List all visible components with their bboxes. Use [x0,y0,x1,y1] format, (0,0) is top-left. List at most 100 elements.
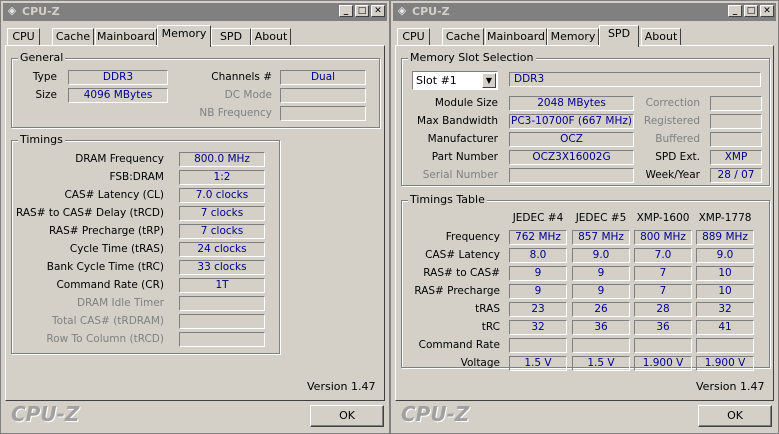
cpuz-window-memory: ◈ CPU-Z _ □ ✕ CPU Cache Mainboard Memory… [0,0,390,434]
ok-button[interactable]: OK [698,405,772,427]
timing-value: 24 clocks [179,242,265,257]
table-cell: 7.0 [634,248,692,263]
minimize-button[interactable]: _ [728,5,742,17]
table-cell [696,338,754,353]
table-cell: 28 [634,302,692,317]
ok-button[interactable]: OK [310,405,384,427]
cpuz-window-spd: ◈ CPU-Z _ □ ✕ CPU Cache Mainboard Memory… [390,0,779,434]
correction-label: Correction [645,97,700,109]
slot-select[interactable]: Slot #1 ▼ [412,71,498,90]
tab-spd[interactable]: SPD [211,28,251,46]
serial-number-value [509,168,634,183]
tab-memory[interactable]: Memory [157,25,211,47]
table-cell: 1.900 V [696,356,754,371]
registered-value [710,114,762,129]
nb-frequency-value [280,106,366,121]
timing-label: DRAM Frequency [75,153,164,165]
tab-cpu[interactable]: CPU [7,28,40,46]
table-cell: 10 [696,284,754,299]
table-column-header: XMP-1600 [636,212,690,224]
title-bar[interactable]: ◈ CPU-Z _ □ ✕ [3,3,387,21]
timing-value: 7.0 clocks [179,188,265,203]
channels-label: Channels # [211,71,272,83]
table-cell [572,338,630,353]
memory-slot-group: Memory Slot Selection Slot #1 ▼ DDR3 Mod… [401,52,770,186]
general-group: General Type DDR3 Size 4096 MBytes Chann… [11,52,380,128]
tab-cache[interactable]: Cache [442,28,484,46]
slot-memory-type: DDR3 [509,72,761,87]
group-label: Timings [18,133,65,146]
timing-label: Command Rate (CR) [56,279,164,291]
table-cell: 9 [509,284,567,299]
timing-label: Cycle Time (tRAS) [69,243,164,255]
maximize-button[interactable]: □ [355,5,369,17]
table-row-label: Command Rate [418,339,500,351]
table-row-label: RAS# to CAS# [423,267,500,279]
week-year-label: Week/Year [645,169,700,181]
max-bandwidth-label: Max Bandwidth [417,115,498,127]
table-cell: 9 [572,266,630,281]
title-bar[interactable]: ◈ CPU-Z _ □ ✕ [393,3,776,21]
table-cell: 889 MHz [696,230,754,245]
table-row-label: CAS# Latency [425,249,500,261]
tab-mainboard[interactable]: Mainboard [95,28,157,46]
tab-cpu[interactable]: CPU [397,28,430,46]
table-row-label: Voltage [460,357,500,369]
buffered-label: Buffered [655,133,700,145]
maximize-button[interactable]: □ [744,5,758,17]
table-cell: 1.5 V [509,356,567,371]
table-cell: 10 [696,266,754,281]
timing-value: 1T [179,278,265,293]
chevron-down-icon[interactable]: ▼ [482,73,496,88]
table-row-label: Frequency [445,231,500,243]
serial-number-label: Serial Number [422,169,498,181]
tab-spd[interactable]: SPD [599,25,639,47]
week-year-value: 28 / 07 [710,168,762,183]
spd-ext-label: SPD Ext. [655,151,700,163]
timing-value: 7 clocks [179,224,265,239]
table-column-header: JEDEC #4 [512,212,564,224]
tab-about[interactable]: About [641,28,681,46]
timing-label: CAS# Latency (CL) [64,189,164,201]
group-label: General [18,51,66,64]
table-cell: 7 [634,284,692,299]
table-cell: 32 [696,302,754,317]
table-cell: 857 MHz [572,230,630,245]
timings-table-group: Timings Table JEDEC #4 JEDEC #5 XMP-1600 XM… [401,194,770,371]
timing-label: FSB:DRAM [109,171,164,183]
timing-label: Bank Cycle Time (tRC) [46,261,164,273]
table-cell: 26 [572,302,630,317]
dc-mode-label: DC Mode [224,89,272,101]
timing-value: 800.0 MHz [179,152,265,167]
timing-label: RAS# Precharge (tRP) [49,225,164,237]
tab-cache[interactable]: Cache [52,28,94,46]
close-button[interactable]: ✕ [760,5,774,17]
table-cell [634,338,692,353]
max-bandwidth-value: PC3-10700F (667 MHz) [509,114,634,129]
table-cell: 8.0 [509,248,567,263]
timing-value [179,314,265,329]
table-row-label: tRAS [475,303,500,315]
close-button[interactable]: ✕ [371,5,385,17]
manufacturer-label: Manufacturer [427,133,498,145]
table-cell: 9 [572,284,630,299]
timing-label: DRAM Idle Timer [76,297,164,309]
cpuz-app-icon: ◈ [397,4,407,17]
nb-frequency-label: NB Frequency [199,107,272,119]
buffered-value [710,132,762,147]
timing-value: 1:2 [179,170,265,185]
window-title: CPU-Z [412,5,450,18]
tab-memory[interactable]: Memory [547,28,599,46]
table-column-header: XMP-1778 [698,212,752,224]
module-size-label: Module Size [434,97,498,109]
tab-mainboard[interactable]: Mainboard [485,28,547,46]
timing-value: 7 clocks [179,206,265,221]
timings-group: Timings DRAM Frequency 800.0 MHz FSB:DRAM 1… [11,134,280,354]
tab-about[interactable]: About [251,28,291,46]
table-cell: 7 [634,266,692,281]
timing-label: RAS# to CAS# Delay (tRCD) [16,207,164,219]
timing-value: 33 clocks [179,260,265,275]
minimize-button[interactable]: _ [339,5,353,17]
part-number-value: OCZ3X16002G [509,150,634,165]
part-number-label: Part Number [431,151,498,163]
